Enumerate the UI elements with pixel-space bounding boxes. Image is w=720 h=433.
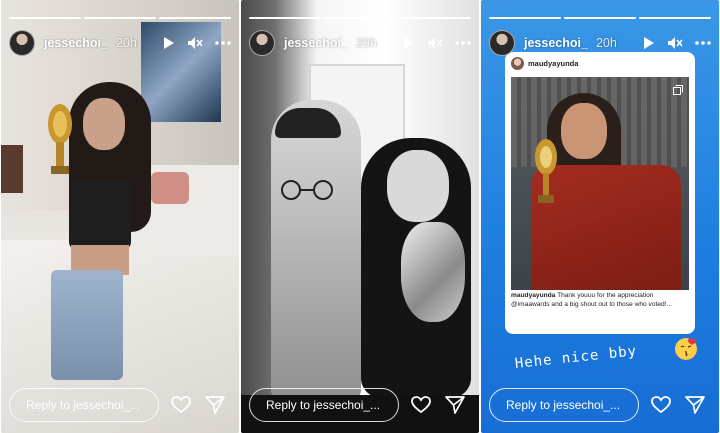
story-panel-3[interactable]: maudyayunda maudyayunda Thank youuu for … bbox=[481, 0, 719, 433]
story-photo bbox=[241, 0, 479, 433]
mute-icon[interactable] bbox=[667, 36, 683, 50]
progress-segment bbox=[399, 17, 471, 19]
story-photo bbox=[1, 0, 239, 433]
heart-icon[interactable] bbox=[651, 396, 671, 414]
caption-username[interactable]: maudyayunda bbox=[511, 292, 555, 299]
send-icon[interactable] bbox=[685, 396, 705, 414]
story-header: jessechoi_ 20h bbox=[249, 28, 471, 58]
timestamp: 20h bbox=[595, 36, 617, 50]
avatar[interactable] bbox=[9, 30, 35, 56]
more-icon[interactable] bbox=[455, 41, 471, 45]
reply-input[interactable]: Reply to jessechoi_... bbox=[9, 388, 159, 422]
repost-username[interactable]: maudyayunda bbox=[528, 59, 578, 68]
story-header: jessechoi_ 20h bbox=[489, 28, 711, 58]
username[interactable]: jessechoi_ bbox=[44, 36, 108, 50]
heart-icon[interactable] bbox=[171, 396, 191, 414]
carousel-icon bbox=[673, 85, 683, 95]
send-icon[interactable] bbox=[205, 396, 225, 414]
story-footer: Reply to jessechoi_... bbox=[489, 387, 711, 423]
story-footer: Reply to jessechoi_... bbox=[249, 387, 471, 423]
username[interactable]: jessechoi_ bbox=[284, 36, 348, 50]
mute-icon[interactable] bbox=[187, 36, 203, 50]
more-icon[interactable] bbox=[695, 41, 711, 45]
play-icon[interactable] bbox=[643, 36, 655, 50]
progress-bar bbox=[249, 17, 471, 19]
timestamp: 20h bbox=[115, 36, 137, 50]
send-icon[interactable] bbox=[445, 396, 465, 414]
story-panel-1[interactable]: jessechoi_ 20h Reply to jessechoi_... bbox=[1, 0, 239, 433]
trophy-image bbox=[535, 139, 557, 203]
avatar bbox=[511, 56, 524, 70]
timestamp: 20h bbox=[355, 36, 377, 50]
avatar[interactable] bbox=[249, 30, 275, 56]
progress-segment bbox=[159, 17, 231, 19]
reply-input[interactable]: Reply to jessechoi_... bbox=[489, 388, 639, 422]
reply-input[interactable]: Reply to jessechoi_... bbox=[249, 388, 399, 422]
progress-bar bbox=[489, 17, 711, 19]
story-header: jessechoi_ 20h bbox=[9, 28, 231, 58]
play-icon[interactable] bbox=[163, 36, 175, 50]
repost-caption: maudyayunda Thank youuu for the apprecia… bbox=[511, 292, 689, 309]
mute-icon[interactable] bbox=[427, 36, 443, 50]
avatar[interactable] bbox=[489, 30, 515, 56]
progress-segment bbox=[564, 17, 636, 19]
trophy-image bbox=[48, 104, 72, 174]
progress-segment bbox=[249, 17, 321, 19]
story-footer: Reply to jessechoi_... bbox=[9, 387, 231, 423]
more-icon[interactable] bbox=[215, 41, 231, 45]
username[interactable]: jessechoi_ bbox=[524, 36, 588, 50]
repost-photo bbox=[511, 77, 689, 290]
progress-segment bbox=[489, 17, 561, 19]
progress-segment bbox=[84, 17, 156, 19]
reposted-post-card[interactable]: maudyayunda maudyayunda Thank youuu for … bbox=[505, 52, 695, 334]
progress-segment bbox=[324, 17, 396, 19]
play-icon[interactable] bbox=[403, 36, 415, 50]
progress-segment bbox=[9, 17, 81, 19]
progress-bar bbox=[9, 17, 231, 19]
trophy-image bbox=[401, 222, 465, 322]
heart-emoji-icon bbox=[688, 338, 696, 345]
progress-segment bbox=[639, 17, 711, 19]
heart-icon[interactable] bbox=[411, 396, 431, 414]
story-panel-2[interactable]: jessechoi_ 20h Reply to jessechoi_... bbox=[241, 0, 479, 433]
